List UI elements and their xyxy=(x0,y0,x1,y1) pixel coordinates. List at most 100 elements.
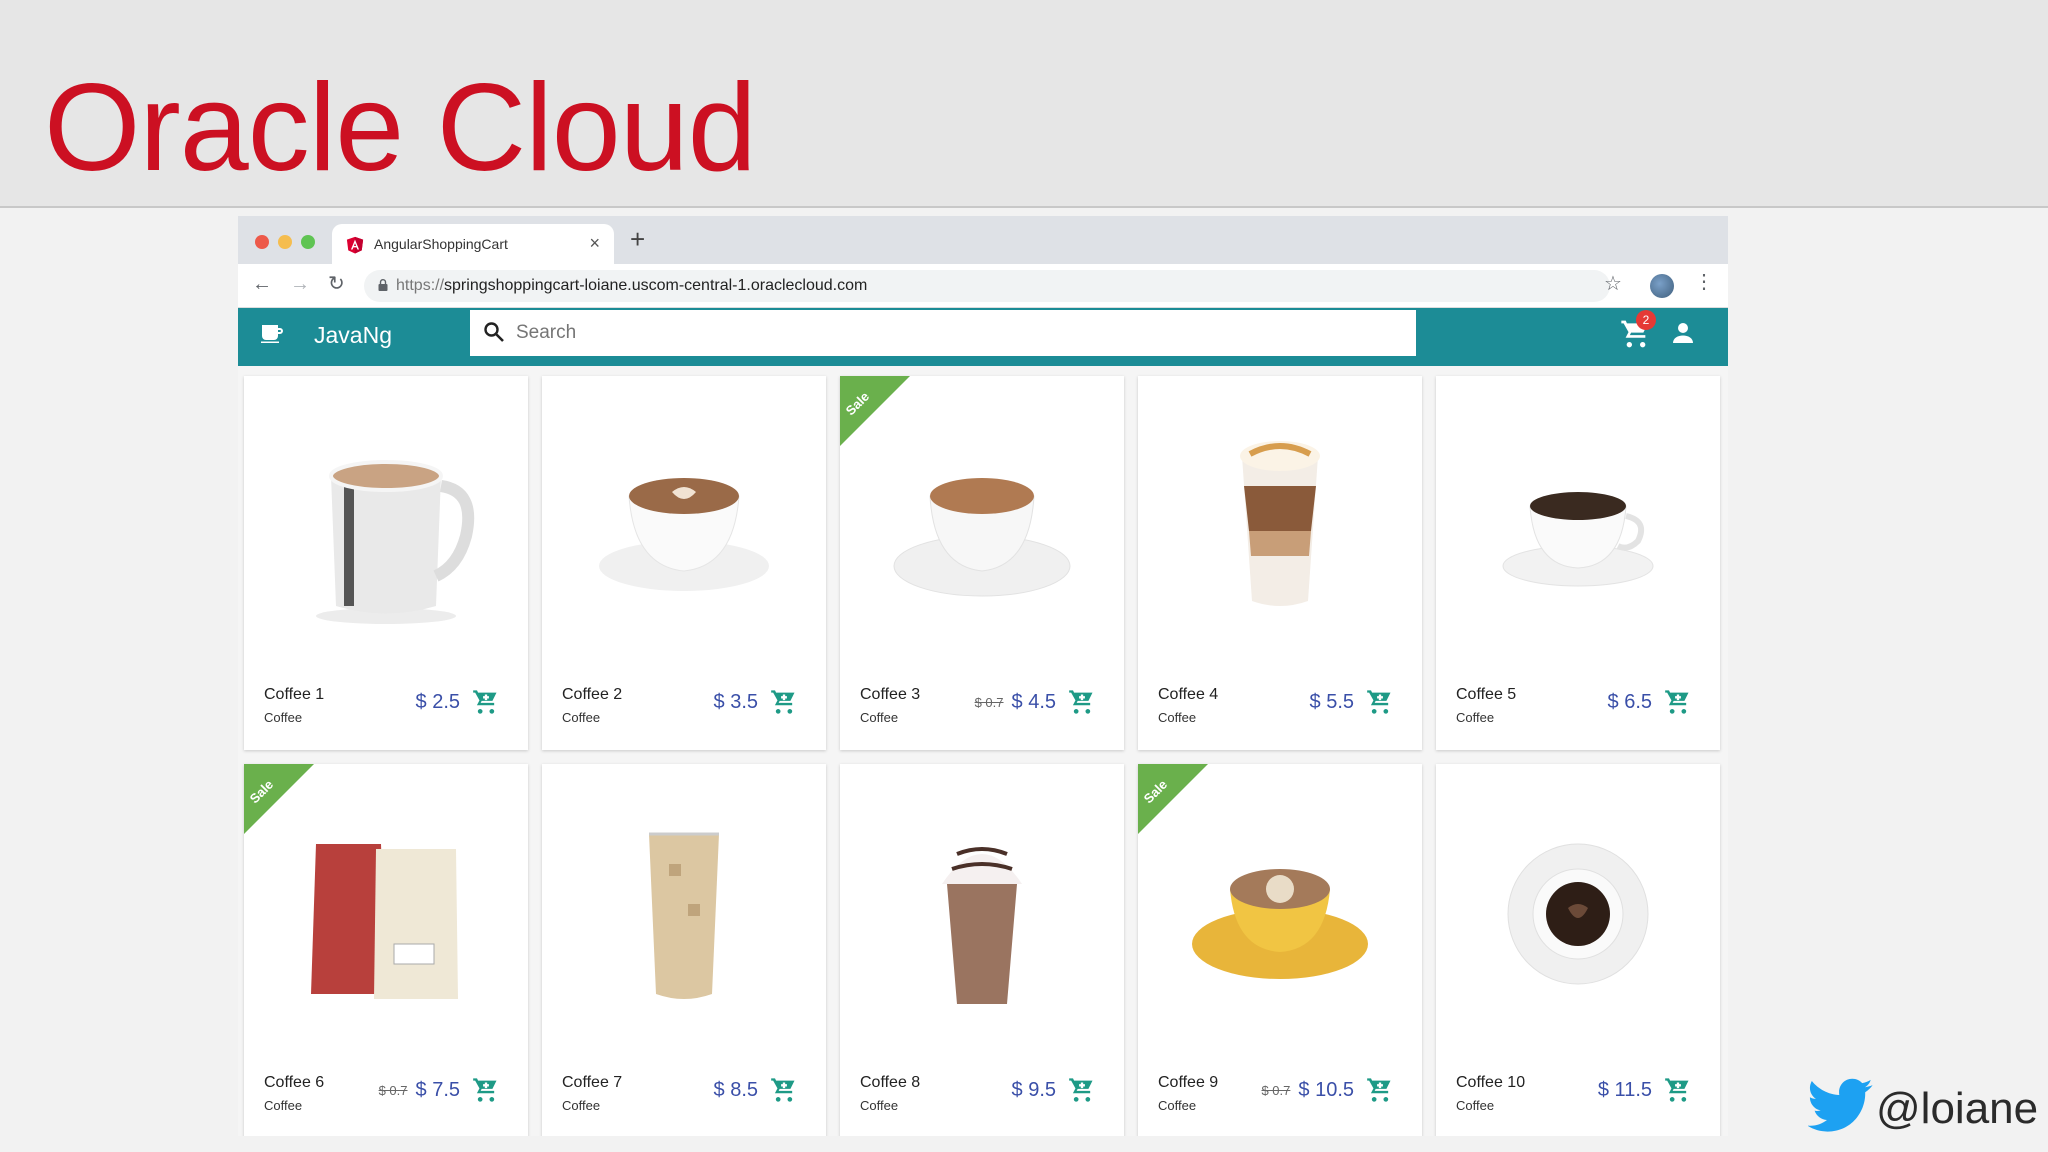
product-price: $ 11.5 xyxy=(1597,1078,1652,1101)
product-category: Coffee xyxy=(264,710,303,725)
tab-title: AngularShoppingCart xyxy=(374,236,508,252)
product-price: $ 2.5 xyxy=(415,690,460,713)
sale-ribbon: Sale xyxy=(840,376,910,446)
product-price: $ 6.5 xyxy=(1607,690,1652,713)
add-to-cart-icon[interactable] xyxy=(1068,1076,1096,1104)
product-name[interactable]: Coffee 7 xyxy=(562,1074,622,1092)
product-price: $ 4.5 xyxy=(1011,690,1056,713)
product-name[interactable]: Coffee 5 xyxy=(1456,686,1516,704)
product-image[interactable] xyxy=(1436,376,1720,676)
product-category: Coffee xyxy=(1456,710,1495,725)
search-icon xyxy=(484,322,504,342)
minimize-window-button[interactable] xyxy=(278,235,292,249)
product-price: $ 9.5 xyxy=(1011,1078,1056,1101)
add-to-cart-icon[interactable] xyxy=(1068,688,1096,716)
product-category: Coffee xyxy=(264,1098,303,1113)
price-group: $ 0.7 $ 10.5 xyxy=(1261,1076,1394,1104)
product-card[interactable]: Sale Coffee 6 Coffee $ 0.7 $ 7.5 xyxy=(244,764,528,1136)
add-to-cart-icon[interactable] xyxy=(770,688,798,716)
product-name[interactable]: Coffee 9 xyxy=(1158,1074,1218,1092)
price-group: $ 5.5 xyxy=(1310,688,1394,716)
product-card[interactable]: Coffee 10 Coffee $ 11.5 xyxy=(1436,764,1720,1136)
bookmark-star-icon[interactable]: ☆ xyxy=(1604,274,1622,294)
product-category: Coffee xyxy=(860,1098,899,1113)
product-card[interactable]: Coffee 1 Coffee $ 2.5 xyxy=(244,376,528,750)
browser-tab[interactable]: AngularShoppingCart × xyxy=(332,224,614,264)
product-image[interactable] xyxy=(542,764,826,1064)
account-icon[interactable] xyxy=(1668,318,1698,348)
sale-ribbon: Sale xyxy=(1138,764,1208,834)
add-to-cart-icon[interactable] xyxy=(1366,688,1394,716)
more-menu-icon[interactable]: ⋮ xyxy=(1694,272,1714,292)
price-group: $ 3.5 xyxy=(714,688,798,716)
tab-bar: AngularShoppingCart × + xyxy=(238,216,1728,264)
coffee-cup-icon xyxy=(261,325,283,343)
product-name[interactable]: Coffee 6 xyxy=(264,1074,324,1092)
product-card[interactable]: Coffee 5 Coffee $ 6.5 xyxy=(1436,376,1720,750)
product-category: Coffee xyxy=(1158,710,1197,725)
product-price: $ 8.5 xyxy=(713,1078,758,1101)
product-image[interactable] xyxy=(840,764,1124,1064)
add-to-cart-icon[interactable] xyxy=(472,1076,500,1104)
price-group: $ 0.7 $ 4.5 xyxy=(975,688,1096,716)
product-category: Coffee xyxy=(562,710,601,725)
twitter-bird-icon xyxy=(1808,1078,1873,1132)
add-to-cart-icon[interactable] xyxy=(770,1076,798,1104)
product-card[interactable]: Sale Coffee 9 Coffee $ 0.7 $ 10.5 xyxy=(1138,764,1422,1136)
product-image[interactable] xyxy=(542,376,826,676)
product-name[interactable]: Coffee 10 xyxy=(1456,1074,1525,1092)
product-name[interactable]: Coffee 3 xyxy=(860,686,920,704)
reload-icon[interactable]: ↻ xyxy=(328,274,345,294)
angular-icon xyxy=(346,236,364,254)
app-toolbar: JavaNg 2 xyxy=(238,308,1728,366)
old-price: $ 0.7 xyxy=(1261,1082,1291,1098)
product-price: $ 10.5 xyxy=(1298,1078,1354,1101)
new-tab-icon[interactable]: + xyxy=(630,226,645,252)
tab-close-icon[interactable]: × xyxy=(589,233,600,254)
product-card[interactable]: Coffee 8 Coffee $ 9.5 xyxy=(840,764,1124,1136)
product-name[interactable]: Coffee 2 xyxy=(562,686,622,704)
product-category: Coffee xyxy=(1456,1098,1495,1113)
add-to-cart-icon[interactable] xyxy=(472,688,500,716)
cart-count-badge: 2 xyxy=(1636,310,1656,330)
search-input[interactable] xyxy=(516,310,1396,356)
brand-name[interactable]: JavaNg xyxy=(314,322,392,349)
search-box xyxy=(470,310,1416,356)
price-group: $ 8.5 xyxy=(714,1076,798,1104)
add-to-cart-icon[interactable] xyxy=(1664,1076,1692,1104)
forward-arrow-icon[interactable]: → xyxy=(290,274,310,294)
product-price: $ 7.5 xyxy=(415,1078,460,1101)
product-name[interactable]: Coffee 4 xyxy=(1158,686,1218,704)
add-to-cart-icon[interactable] xyxy=(1366,1076,1394,1104)
back-arrow-icon[interactable]: ← xyxy=(252,274,272,294)
product-price: $ 3.5 xyxy=(713,690,758,713)
profile-avatar[interactable] xyxy=(1650,274,1674,298)
old-price: $ 0.7 xyxy=(378,1082,408,1098)
product-card[interactable]: Coffee 7 Coffee $ 8.5 xyxy=(542,764,826,1136)
maximize-window-button[interactable] xyxy=(301,235,315,249)
close-window-button[interactable] xyxy=(255,235,269,249)
price-group: $ 6.5 xyxy=(1608,688,1692,716)
add-to-cart-icon[interactable] xyxy=(1664,688,1692,716)
sale-ribbon: Sale xyxy=(244,764,314,834)
url-field[interactable]: https://springshoppingcart-loiane.uscom-… xyxy=(364,270,1610,302)
product-image[interactable] xyxy=(1138,376,1422,676)
product-category: Coffee xyxy=(1158,1098,1197,1113)
price-group: $ 9.5 xyxy=(1012,1076,1096,1104)
slide-title: Oracle Cloud xyxy=(44,59,757,197)
product-card[interactable]: Coffee 2 Coffee $ 3.5 xyxy=(542,376,826,750)
price-group: $ 11.5 xyxy=(1598,1076,1692,1104)
product-image[interactable] xyxy=(244,376,528,676)
price-group: $ 2.5 xyxy=(416,688,500,716)
browser-window: AngularShoppingCart × + ← → ↻ https://sp… xyxy=(238,216,1728,1136)
slide-header: Oracle Cloud xyxy=(0,0,2048,208)
product-card[interactable]: Sale Coffee 3 Coffee $ 0.7 $ 4.5 xyxy=(840,376,1124,750)
product-name[interactable]: Coffee 1 xyxy=(264,686,324,704)
product-name[interactable]: Coffee 8 xyxy=(860,1074,920,1092)
lock-icon xyxy=(378,279,388,291)
twitter-handle: @loiane xyxy=(1876,1084,2039,1133)
product-card[interactable]: Coffee 4 Coffee $ 5.5 xyxy=(1138,376,1422,750)
product-category: Coffee xyxy=(562,1098,601,1113)
url-text: https://springshoppingcart-loiane.uscom-… xyxy=(396,277,868,294)
product-image[interactable] xyxy=(1436,764,1720,1064)
